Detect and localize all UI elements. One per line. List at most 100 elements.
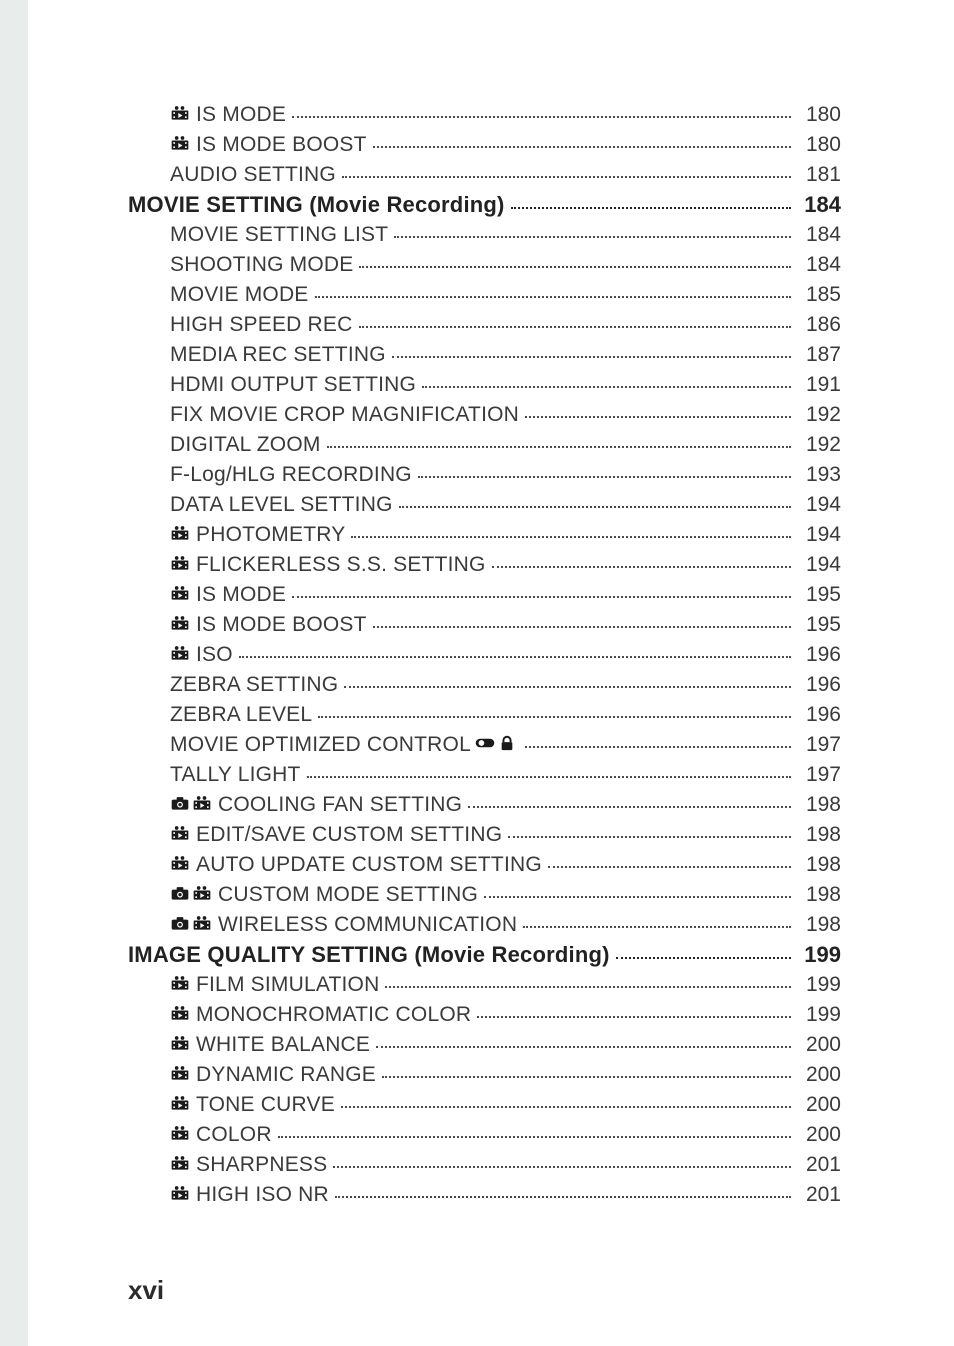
toc-leader-dots	[239, 655, 791, 658]
toc-entry-label: TALLY LIGHT	[170, 760, 301, 790]
toc-leader-dots	[359, 325, 792, 328]
toc-entry[interactable]: AUTO UPDATE CUSTOM SETTING 198	[128, 850, 841, 880]
document-page: IS MODE180IS MODE BOOST180AUDIO SETTING1…	[28, 0, 954, 1346]
toc-leader-dots	[484, 895, 791, 898]
toc-entry-icons	[170, 105, 192, 121]
toc-entry[interactable]: ZEBRA SETTING 196	[128, 670, 841, 700]
toc-entry[interactable]: SHARPNESS201	[128, 1150, 841, 1180]
toc-entry[interactable]: MONOCHROMATIC COLOR 199	[128, 1000, 841, 1030]
toc-leader-dots	[333, 1165, 791, 1168]
toc-entry[interactable]: PHOTOMETRY 194	[128, 520, 841, 550]
toc-entry-page: 194	[797, 490, 841, 520]
toc-entry-icons	[170, 915, 214, 931]
toc-entry[interactable]: IS MODE195	[128, 580, 841, 610]
toc-entry[interactable]: WIRELESS COMMUNICATION198	[128, 910, 841, 940]
toc-entry[interactable]: AUDIO SETTING181	[128, 160, 841, 190]
toc-leader-dots	[292, 115, 791, 118]
toc-section-heading[interactable]: IMAGE QUALITY SETTING (Movie Recording) …	[128, 940, 841, 970]
toc-entry[interactable]: DYNAMIC RANGE200	[128, 1060, 841, 1090]
toc-entry[interactable]: TALLY LIGHT197	[128, 760, 841, 790]
toc-entry-label: AUTO UPDATE CUSTOM SETTING	[196, 850, 542, 880]
movie-icon	[170, 855, 190, 871]
toc-entry[interactable]: FLICKERLESS S.S. SETTING 194	[128, 550, 841, 580]
camera-icon	[170, 795, 190, 811]
toc-entry[interactable]: MEDIA REC SETTING187	[128, 340, 841, 370]
toc-entry[interactable]: HIGH ISO NR 201	[128, 1180, 841, 1210]
toc-entry-label: MONOCHROMATIC COLOR	[196, 1000, 471, 1030]
toc-entry[interactable]: F-Log/HLG RECORDING 193	[128, 460, 841, 490]
toc-entry-page: 192	[797, 400, 841, 430]
toc-entry-label: IS MODE BOOST	[196, 130, 367, 160]
toc-leader-dots	[392, 355, 791, 358]
toc-leader-dots	[548, 865, 791, 868]
toc-leader-dots	[318, 715, 791, 718]
toc-entry-label: HIGH ISO NR	[196, 1180, 329, 1210]
toc-entry-page: 195	[797, 580, 841, 610]
toc-entry-label: ZEBRA SETTING	[170, 670, 338, 700]
toc-entry-label: FLICKERLESS S.S. SETTING	[196, 550, 486, 580]
toc-entry[interactable]: HDMI OUTPUT SETTING191	[128, 370, 841, 400]
toc-entry[interactable]: SHOOTING MODE184	[128, 250, 841, 280]
toc-entry-label: MOVIE SETTING (Movie Recording)	[128, 190, 505, 220]
toc-section-heading[interactable]: MOVIE SETTING (Movie Recording)184	[128, 190, 841, 220]
toc-entry-page: 194	[797, 550, 841, 580]
toc-entry[interactable]: IS MODE BOOST180	[128, 130, 841, 160]
toc-leader-dots	[523, 925, 791, 928]
toc-entry-icons	[170, 855, 192, 871]
toc-entry[interactable]: DATA LEVEL SETTING 194	[128, 490, 841, 520]
toc-entry-icons	[170, 135, 192, 151]
toc-entry[interactable]: TONE CURVE 200	[128, 1090, 841, 1120]
camera-icon	[170, 915, 190, 931]
toc-leader-dots	[394, 235, 791, 238]
movie-icon	[170, 1125, 190, 1141]
toc-entry-label: SHOOTING MODE	[170, 250, 353, 280]
toc-leader-dots	[616, 956, 791, 959]
toc-entry[interactable]: ISO196	[128, 640, 841, 670]
toc-entry-page: 199	[797, 940, 841, 970]
toc-entry[interactable]: EDIT/SAVE CUSTOM SETTING198	[128, 820, 841, 850]
toc-leader-dots	[278, 1135, 791, 1138]
toc-leader-dots	[373, 625, 791, 628]
toc-entry[interactable]: ZEBRA LEVEL 196	[128, 700, 841, 730]
toc-entry[interactable]: IS MODE180	[128, 100, 841, 130]
toc-entry[interactable]: HIGH SPEED REC186	[128, 310, 841, 340]
toc-entry-label: MOVIE OPTIMIZED CONTROL	[170, 730, 471, 760]
toc-entry-page: 192	[797, 430, 841, 460]
toc-leader-dots	[525, 745, 791, 748]
toc-entry-icons	[170, 1095, 192, 1111]
toc-entry[interactable]: MOVIE OPTIMIZED CONTROL 197	[128, 730, 841, 760]
toc-entry[interactable]: MOVIE SETTING LIST184	[128, 220, 841, 250]
toc-leader-dots	[351, 535, 791, 538]
toc-entry-page: 195	[797, 610, 841, 640]
toc-entry-label: F-Log/HLG RECORDING	[170, 460, 412, 490]
camera-icon	[170, 885, 190, 901]
toc-entry-page: 201	[797, 1180, 841, 1210]
toc-leader-dots	[307, 775, 791, 778]
toc-entry[interactable]: MOVIE MODE185	[128, 280, 841, 310]
toc-leader-dots	[342, 175, 791, 178]
toc-entry-icons	[170, 1155, 192, 1171]
movie-icon	[170, 525, 190, 541]
toc-entry-label: IS MODE	[196, 100, 286, 130]
toc-entry-label: TONE CURVE	[196, 1090, 335, 1120]
toc-entry[interactable]: FILM SIMULATION199	[128, 970, 841, 1000]
toc-entry-page: 187	[797, 340, 841, 370]
toc-entry[interactable]: CUSTOM MODE SETTING198	[128, 880, 841, 910]
toc-leader-dots	[315, 295, 791, 298]
toc-entry-page: 185	[797, 280, 841, 310]
toc-entry[interactable]: COOLING FAN SETTING198	[128, 790, 841, 820]
lock-icon	[497, 735, 517, 751]
toc-entry-label: COLOR	[196, 1120, 272, 1150]
toc-leader-dots	[359, 265, 791, 268]
table-of-contents: IS MODE180IS MODE BOOST180AUDIO SETTING1…	[128, 100, 841, 1210]
toc-entry-page: 197	[797, 730, 841, 760]
toc-entry[interactable]: FIX MOVIE CROP MAGNIFICATION 192	[128, 400, 841, 430]
toc-entry-label: IS MODE BOOST	[196, 610, 367, 640]
toc-entry[interactable]: COLOR200	[128, 1120, 841, 1150]
toc-leader-dots	[373, 145, 791, 148]
toc-entry[interactable]: IS MODE BOOST 195	[128, 610, 841, 640]
toc-entry-label: EDIT/SAVE CUSTOM SETTING	[196, 820, 502, 850]
toc-entry[interactable]: WHITE BALANCE200	[128, 1030, 841, 1060]
toc-entry[interactable]: DIGITAL ZOOM192	[128, 430, 841, 460]
movie-icon	[170, 825, 190, 841]
